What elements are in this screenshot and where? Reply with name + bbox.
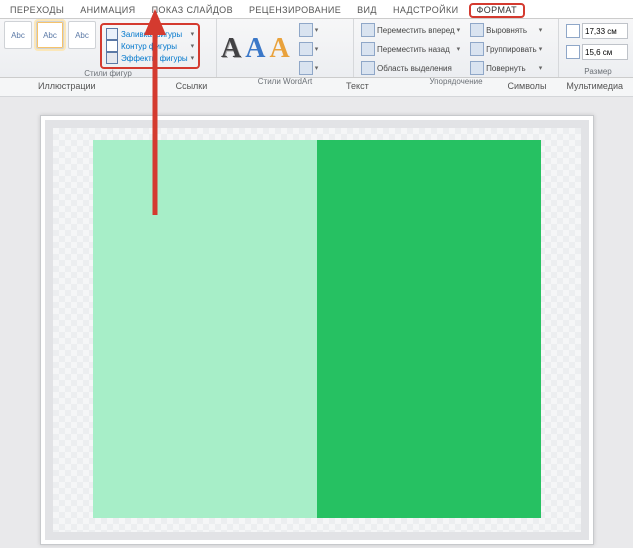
shape-fill-label: Заливка фигуры <box>121 30 182 39</box>
rotate-icon <box>470 61 484 75</box>
selection-pane-button[interactable]: Область выделения <box>358 59 463 77</box>
align-label: Выровнять <box>486 26 527 35</box>
send-backward-label: Переместить назад <box>377 45 450 54</box>
effects-icon <box>106 52 118 64</box>
shape-outline-dropdown[interactable]: Контур фигуры ▾ <box>106 40 194 52</box>
chevron-down-icon: ▾ <box>457 26 461 34</box>
rotate-button[interactable]: Повернуть ▾ <box>467 59 545 77</box>
wordart-preset-1[interactable]: A <box>221 35 241 63</box>
group-size: Размер <box>559 19 633 77</box>
shape-right-rectangle[interactable] <box>317 140 541 518</box>
subtab-media[interactable]: Мультимедиа <box>556 78 633 96</box>
slide-canvas-area <box>0 97 633 548</box>
shape-left-rectangle[interactable] <box>93 140 317 518</box>
shape-fill-dropdown[interactable]: Заливка фигуры ▾ <box>106 28 194 40</box>
tab-addins[interactable]: НАДСТРОЙКИ <box>387 3 465 18</box>
align-button[interactable]: Выровнять ▾ <box>467 21 545 39</box>
chevron-down-icon: ▾ <box>315 45 319 53</box>
selection-pane-label: Область выделения <box>377 64 452 73</box>
shape-style-preset-3[interactable]: Abc <box>68 21 96 49</box>
group-button[interactable]: Группировать▾ <box>467 40 545 58</box>
align-icon <box>470 23 484 37</box>
tab-review[interactable]: РЕЦЕНЗИРОВАНИЕ <box>243 3 347 18</box>
chevron-down-icon: ▾ <box>457 45 461 53</box>
subtab-links[interactable]: Ссылки <box>166 78 218 96</box>
shape-style-preset-2[interactable]: Abc <box>36 21 64 49</box>
text-fill-dropdown[interactable]: ▾ <box>296 21 322 39</box>
shape-height-input[interactable] <box>582 23 628 39</box>
width-icon <box>566 45 580 59</box>
bucket-icon <box>106 28 118 40</box>
bring-forward-button[interactable]: Переместить вперед▾ <box>358 21 463 39</box>
shape-effects-label: Эффекты фигуры <box>121 54 188 63</box>
shape-effects-dropdown[interactable]: Эффекты фигуры ▾ <box>106 52 194 64</box>
text-effects-icon <box>299 61 313 75</box>
chevron-down-icon: ▾ <box>315 26 319 34</box>
group-wordart: A A A ▾ ▾ ▾ Стили WordArt <box>217 19 354 77</box>
shape-width-input[interactable] <box>582 44 628 60</box>
group-label-size: Размер <box>563 67 633 77</box>
chevron-down-icon: ▾ <box>191 30 195 38</box>
send-backward-icon <box>361 42 375 56</box>
wordart-preset-2[interactable]: A <box>245 35 265 63</box>
bring-forward-label: Переместить вперед <box>377 26 455 35</box>
group-shape-styles: Abc Abc Abc Заливка фигуры ▾ Контур фигу… <box>0 19 217 77</box>
slide-frame[interactable] <box>45 120 589 540</box>
selection-pane-icon <box>361 61 375 75</box>
tab-format[interactable]: ФОРМАТ <box>469 3 525 18</box>
shape-outline-label: Контур фигуры <box>121 42 177 51</box>
subtab-illustrations[interactable]: Иллюстрации <box>28 78 106 96</box>
insert-subtab-bar: Иллюстрации Ссылки Текст Символы Мультим… <box>0 78 633 97</box>
pen-icon <box>106 40 118 52</box>
send-backward-button[interactable]: Переместить назад ▾ <box>358 40 463 58</box>
bring-forward-icon <box>361 23 375 37</box>
text-effects-dropdown[interactable]: ▾ <box>296 59 322 77</box>
tab-animation[interactable]: АНИМАЦИЯ <box>74 3 141 18</box>
tab-slideshow[interactable]: ПОКАЗ СЛАЙДОВ <box>146 3 239 18</box>
text-fill-icon <box>299 23 313 37</box>
chevron-down-icon: ▾ <box>191 54 195 62</box>
chevron-down-icon: ▾ <box>539 26 543 34</box>
subtab-symbols[interactable]: Символы <box>497 78 556 96</box>
wordart-preset-3[interactable]: A <box>269 35 289 63</box>
chevron-down-icon: ▾ <box>539 45 543 53</box>
chevron-down-icon: ▾ <box>191 42 195 50</box>
text-outline-dropdown[interactable]: ▾ <box>296 40 322 58</box>
rotate-label: Повернуть <box>486 64 526 73</box>
chevron-down-icon: ▾ <box>539 64 543 72</box>
text-outline-icon <box>299 42 313 56</box>
subtab-text[interactable]: Текст <box>217 78 497 96</box>
tab-transitions[interactable]: ПЕРЕХОДЫ <box>4 3 70 18</box>
shape-fill-outline-highlight: Заливка фигуры ▾ Контур фигуры ▾ Эффекты… <box>100 23 200 69</box>
main-tab-bar: ПЕРЕХОДЫ АНИМАЦИЯ ПОКАЗ СЛАЙДОВ РЕЦЕНЗИР… <box>0 0 633 19</box>
ribbon: Abc Abc Abc Заливка фигуры ▾ Контур фигу… <box>0 19 633 78</box>
tab-view[interactable]: ВИД <box>351 3 383 18</box>
slide-outer-frame <box>40 115 594 545</box>
shape-style-preset-1[interactable]: Abc <box>4 21 32 49</box>
chevron-down-icon: ▾ <box>315 64 319 72</box>
height-icon <box>566 24 580 38</box>
width-field-row <box>563 42 631 62</box>
group-arrange: Переместить вперед▾ Переместить назад▾ О… <box>354 19 559 77</box>
height-field-row <box>563 21 631 41</box>
group-icon <box>470 42 484 56</box>
group-objects-label: Группировать <box>486 45 537 54</box>
